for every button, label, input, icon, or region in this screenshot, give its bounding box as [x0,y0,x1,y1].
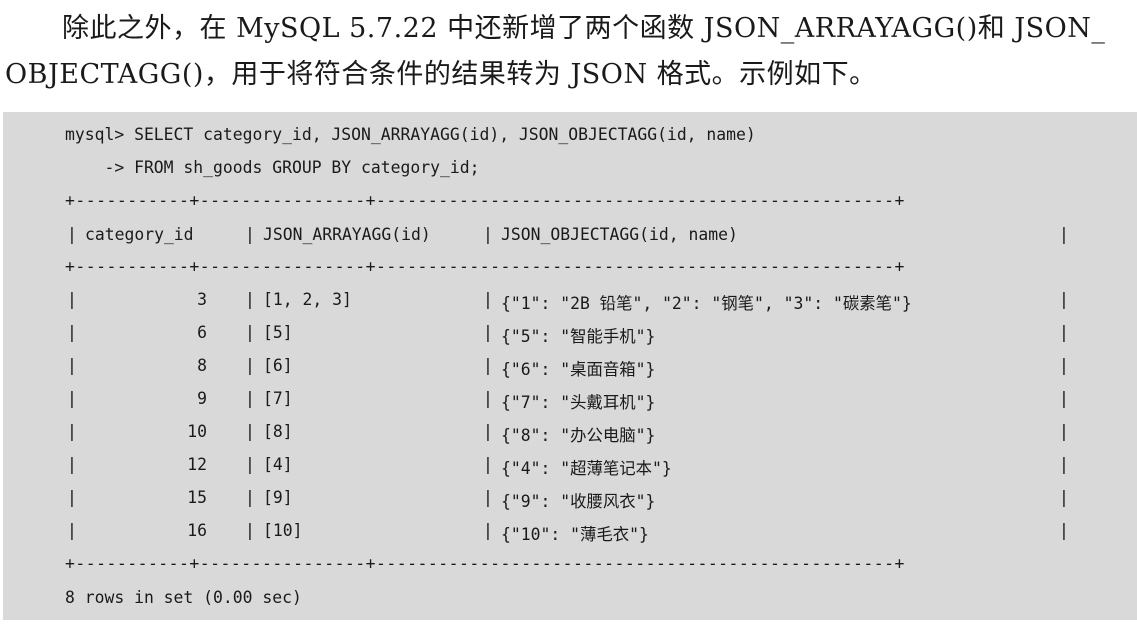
column-divider: | [67,488,77,507]
column-header-json-objectagg: JSON_OBJECTAGG(id, name) [501,225,738,244]
paragraph-line-2: OBJECTAGG()，用于将符合条件的结果转为 JSON 格式。示例如下。 [5,59,877,90]
cell-json-objectagg: {"4": "超薄笔记本"} [501,459,672,478]
column-divider: | [245,389,255,408]
column-divider: | [1059,356,1069,375]
column-divider: | [1059,488,1069,507]
column-divider: | [483,521,493,540]
column-divider: | [67,521,77,540]
column-divider: | [245,323,255,342]
table-row: | 6 | [5] | {"5": "智能手机"} | [65,323,1075,346]
column-divider: | [483,290,493,309]
column-divider: | [67,455,77,474]
column-divider: | [1059,225,1069,244]
code-block: mysql> SELECT category_id, JSON_ARRAYAGG… [3,112,1137,620]
column-divider: | [245,488,255,507]
cell-json-arrayagg: [10] [263,521,303,540]
column-divider: | [67,422,77,441]
cell-json-objectagg: {"6": "桌面音箱"} [501,360,656,379]
column-divider: | [67,323,77,342]
column-divider: | [483,389,493,408]
table-row: | 15 | [9] | {"9": "收腰风衣"} | [65,488,1075,511]
result-footer: 8 rows in set (0.00 sec) [65,588,302,607]
cell-category-id: 3 [197,290,207,309]
table-row: | 10 | [8] | {"8": "办公电脑"} | [65,422,1075,445]
column-divider: | [483,356,493,375]
cell-category-id: 9 [197,389,207,408]
sql-continuation-line: -> FROM sh_goods GROUP BY category_id; [65,158,480,177]
cell-json-arrayagg: [5] [263,323,293,342]
table-header-row: | category_id | JSON_ARRAYAGG(id) | JSON… [65,225,1075,247]
column-divider: | [67,389,77,408]
cell-json-arrayagg: [6] [263,356,293,375]
cell-json-arrayagg: [1, 2, 3] [263,290,352,309]
cell-json-objectagg: {"1": "2B 铅笔", "2": "钢笔", "3": "碳素笔"} [501,294,912,313]
column-divider: | [245,356,255,375]
sql-prompt-line: mysql> SELECT category_id, JSON_ARRAYAGG… [65,125,756,144]
cell-json-arrayagg: [9] [263,488,293,507]
column-divider: | [245,225,255,244]
cell-category-id: 8 [197,356,207,375]
cell-category-id: 6 [197,323,207,342]
column-divider: | [1059,455,1069,474]
column-divider: | [1059,389,1069,408]
column-divider: | [245,290,255,309]
cell-json-arrayagg: [4] [263,455,293,474]
cell-json-objectagg: {"10": "薄毛衣"} [501,525,649,544]
table-border-bottom: +-----------+----------------+----------… [65,554,905,573]
cell-json-objectagg: {"8": "办公电脑"} [501,426,656,445]
column-divider: | [483,488,493,507]
column-header-category-id: category_id [85,225,194,244]
column-divider: | [483,455,493,474]
column-divider: | [483,422,493,441]
table-border-header: +-----------+----------------+----------… [65,257,905,276]
column-divider: | [1059,323,1069,342]
column-divider: | [1059,521,1069,540]
column-divider: | [1059,290,1069,309]
cell-category-id: 16 [187,521,207,540]
column-divider: | [67,356,77,375]
table-row: | 8 | [6] | {"6": "桌面音箱"} | [65,356,1075,379]
cell-category-id: 12 [187,455,207,474]
column-divider: | [1059,422,1069,441]
column-divider: | [245,422,255,441]
column-divider: | [245,455,255,474]
table-border-top: +-----------+----------------+----------… [65,191,905,210]
column-divider: | [67,290,77,309]
cell-json-objectagg: {"7": "头戴耳机"} [501,393,656,412]
cell-category-id: 10 [187,422,207,441]
table-row: | 16 | [10] | {"10": "薄毛衣"} | [65,521,1075,544]
column-divider: | [483,225,493,244]
cell-json-objectagg: {"9": "收腰风衣"} [501,492,656,511]
column-divider: | [67,225,77,244]
paragraph-line-1: 除此之外，在 MySQL 5.7.22 中还新增了两个函数 JSON_ARRAY… [62,13,1106,44]
column-header-json-arrayagg: JSON_ARRAYAGG(id) [263,225,431,244]
table-row: | 3 | [1, 2, 3] | {"1": "2B 铅笔", "2": "钢笔", "… [65,290,1075,313]
column-divider: | [245,521,255,540]
cell-json-arrayagg: [8] [263,422,293,441]
cell-json-objectagg: {"5": "智能手机"} [501,327,656,346]
cell-category-id: 15 [187,488,207,507]
cell-json-arrayagg: [7] [263,389,293,408]
table-row: | 9 | [7] | {"7": "头戴耳机"} | [65,389,1075,412]
table-row: | 12 | [4] | {"4": "超薄笔记本"} | [65,455,1075,478]
column-divider: | [483,323,493,342]
